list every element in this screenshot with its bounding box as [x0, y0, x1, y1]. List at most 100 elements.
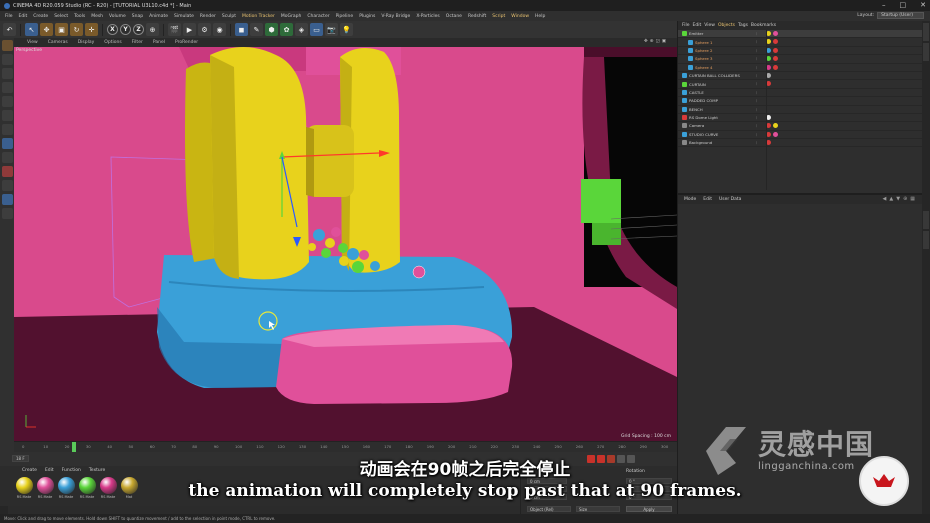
visibility-toggle-icon[interactable]: ⁝	[756, 90, 758, 95]
attribute-menu-user-data[interactable]: User Data	[719, 197, 741, 202]
texture-mode-icon[interactable]	[1, 68, 13, 79]
object-row[interactable]: Sphere 4 ⁝	[678, 64, 922, 72]
viewport-menu-cameras[interactable]: Cameras	[43, 40, 73, 45]
tag-icon[interactable]	[773, 64, 778, 70]
lock-workplane-icon[interactable]	[1, 194, 13, 205]
objects-tab[interactable]	[923, 23, 929, 41]
camera-object-icon[interactable]: 📷	[325, 23, 338, 36]
visibility-toggle-icon[interactable]: ⁝	[756, 123, 758, 128]
visibility-toggle-icon[interactable]: ⁝	[756, 98, 758, 103]
make-editable-icon[interactable]	[1, 40, 13, 51]
object-menu-edit[interactable]: Edit	[693, 23, 702, 28]
attribute-nav-icons[interactable]: ◀▲▼⊕▦	[883, 196, 918, 202]
object-row[interactable]: Sphere 1 ⁝	[678, 38, 922, 47]
snapping-icon[interactable]	[1, 166, 13, 177]
menu-item-pipeline[interactable]: Pipeline	[333, 14, 357, 19]
menu-item-plugins[interactable]: Plugins	[356, 14, 378, 19]
visibility-toggle-icon[interactable]: ⁝	[756, 140, 758, 145]
menu-item-sculpt[interactable]: Sculpt	[219, 14, 239, 19]
object-row[interactable]: CURTAIN BALL COLLIDERS ⁝	[678, 72, 922, 81]
menu-item-create[interactable]: Create	[30, 14, 51, 19]
menu-item-motion-tracker[interactable]: Motion Tracker	[239, 14, 278, 19]
model-mode-icon[interactable]	[1, 54, 13, 65]
pen-spline-icon[interactable]: ✎	[250, 23, 263, 36]
minimize-button[interactable]: –	[882, 1, 886, 9]
menu-item-x-particles[interactable]: X-Particles	[413, 14, 442, 19]
visibility-toggle-icon[interactable]: ⁝	[756, 65, 758, 70]
visibility-toggle-icon[interactable]: ⁝	[756, 48, 758, 53]
tag-icon[interactable]	[773, 56, 778, 62]
visibility-toggle-icon[interactable]: ⁝	[756, 39, 758, 44]
axis-mode-icon[interactable]	[1, 138, 13, 149]
menu-item-edit[interactable]: Edit	[16, 14, 31, 19]
object-menu-view[interactable]: View	[704, 23, 715, 28]
render-picture-viewer-icon[interactable]: ▶	[183, 23, 196, 36]
object-row[interactable]: RS Dome Light ⁝	[678, 114, 922, 123]
object-row[interactable]: Emitter ⁝	[678, 30, 922, 39]
viewport-menu-panel[interactable]: Panel	[148, 40, 170, 45]
maximize-button[interactable]: □	[900, 1, 907, 9]
viewport-menu-prorender[interactable]: ProRender	[170, 40, 203, 45]
menu-item-snap[interactable]: Snap	[129, 14, 146, 19]
attribute-menu-edit[interactable]: Edit	[703, 197, 712, 202]
light-object-icon[interactable]: 💡	[340, 23, 353, 36]
menu-item-mesh[interactable]: Mesh	[88, 14, 106, 19]
object-row[interactable]: STUDIO CURVE ⁝	[678, 131, 922, 140]
menu-item-tools[interactable]: Tools	[71, 14, 88, 19]
viewport-nav-icons[interactable]: ✥⊕◲▣	[639, 39, 673, 44]
tag-icon[interactable]	[773, 47, 778, 53]
menu-item-redshift[interactable]: Redshift	[465, 14, 489, 19]
points-mode-icon[interactable]	[1, 96, 13, 107]
object-row[interactable]: CURTAIN ⁝	[678, 80, 922, 89]
menu-item-octane[interactable]: Octane	[443, 14, 465, 19]
move-tool-icon[interactable]: ✥	[40, 23, 53, 36]
menu-item-character[interactable]: Character	[304, 14, 332, 19]
visibility-toggle-icon[interactable]: ⁝	[756, 132, 758, 137]
object-row[interactable]: BENCH ⁝	[678, 106, 922, 114]
attribute-menu-mode[interactable]: Mode	[684, 197, 696, 202]
takes-tab[interactable]	[923, 43, 929, 61]
tag-icon[interactable]	[773, 31, 778, 36]
object-row[interactable]: CASTLE ⁝	[678, 89, 922, 98]
x-axis-lock-icon[interactable]: X	[107, 24, 118, 35]
menu-item-mograph[interactable]: MoGraph	[278, 14, 304, 19]
object-menu-tags[interactable]: Tags	[738, 23, 748, 28]
size-mode-dropdown[interactable]: Size	[576, 506, 620, 512]
menu-item-help[interactable]: Help	[532, 14, 548, 19]
subdivision-generator-icon[interactable]: ⬢	[265, 23, 278, 36]
layers-tab[interactable]	[923, 231, 929, 249]
floor-object-icon[interactable]: ▭	[310, 23, 323, 36]
coordinate-system-icon[interactable]: ⊕	[146, 23, 159, 36]
viewport-menu-view[interactable]: View	[22, 40, 43, 45]
menu-item-animate[interactable]: Animate	[146, 14, 171, 19]
menu-item-window[interactable]: Window	[508, 14, 532, 19]
visibility-toggle-icon[interactable]: ⁝	[756, 107, 758, 112]
cube-primitive-icon[interactable]: ◼	[235, 23, 248, 36]
menu-item-file[interactable]: File	[2, 14, 16, 19]
y-axis-lock-icon[interactable]: Y	[120, 24, 131, 35]
array-generator-icon[interactable]: ✿	[280, 23, 293, 36]
object-menu-file[interactable]: File	[682, 23, 690, 28]
viewport-menu-display[interactable]: Display	[73, 40, 100, 45]
paint-tool-icon[interactable]	[1, 208, 13, 219]
polygons-mode-icon[interactable]	[1, 124, 13, 135]
workplane-icon[interactable]	[1, 82, 13, 93]
menu-item-select[interactable]: Select	[51, 14, 71, 19]
timeline-playhead[interactable]	[72, 442, 76, 452]
menu-item-script[interactable]: Script	[489, 14, 508, 19]
coordinate-mode-dropdown[interactable]: Object (Rel)	[527, 506, 571, 512]
visibility-toggle-icon[interactable]: ⁝	[756, 31, 758, 36]
object-menu-bookmarks[interactable]: Bookmarks	[751, 23, 776, 28]
object-row[interactable]: Sphere 2 ⁝	[678, 47, 922, 56]
visibility-toggle-icon[interactable]: ⁝	[756, 56, 758, 61]
object-row[interactable]: Background ⁝	[678, 139, 922, 148]
visibility-toggle-icon[interactable]: ⁝	[756, 81, 758, 86]
tag-icon[interactable]	[773, 123, 778, 129]
menu-item-v-ray-bridge[interactable]: V-Ray Bridge	[378, 14, 413, 19]
viewport-menu-filter[interactable]: Filter	[127, 40, 148, 45]
close-button[interactable]: ✕	[920, 1, 926, 9]
apply-button[interactable]: Apply	[626, 506, 672, 512]
timeline-ruler[interactable]: 0 10 20 30 40 50 60 70 80 90 100 110 120 130 140 150 160…	[14, 441, 677, 452]
redshift-render-icon[interactable]: ◉	[213, 23, 226, 36]
tag-icon[interactable]	[773, 39, 778, 45]
